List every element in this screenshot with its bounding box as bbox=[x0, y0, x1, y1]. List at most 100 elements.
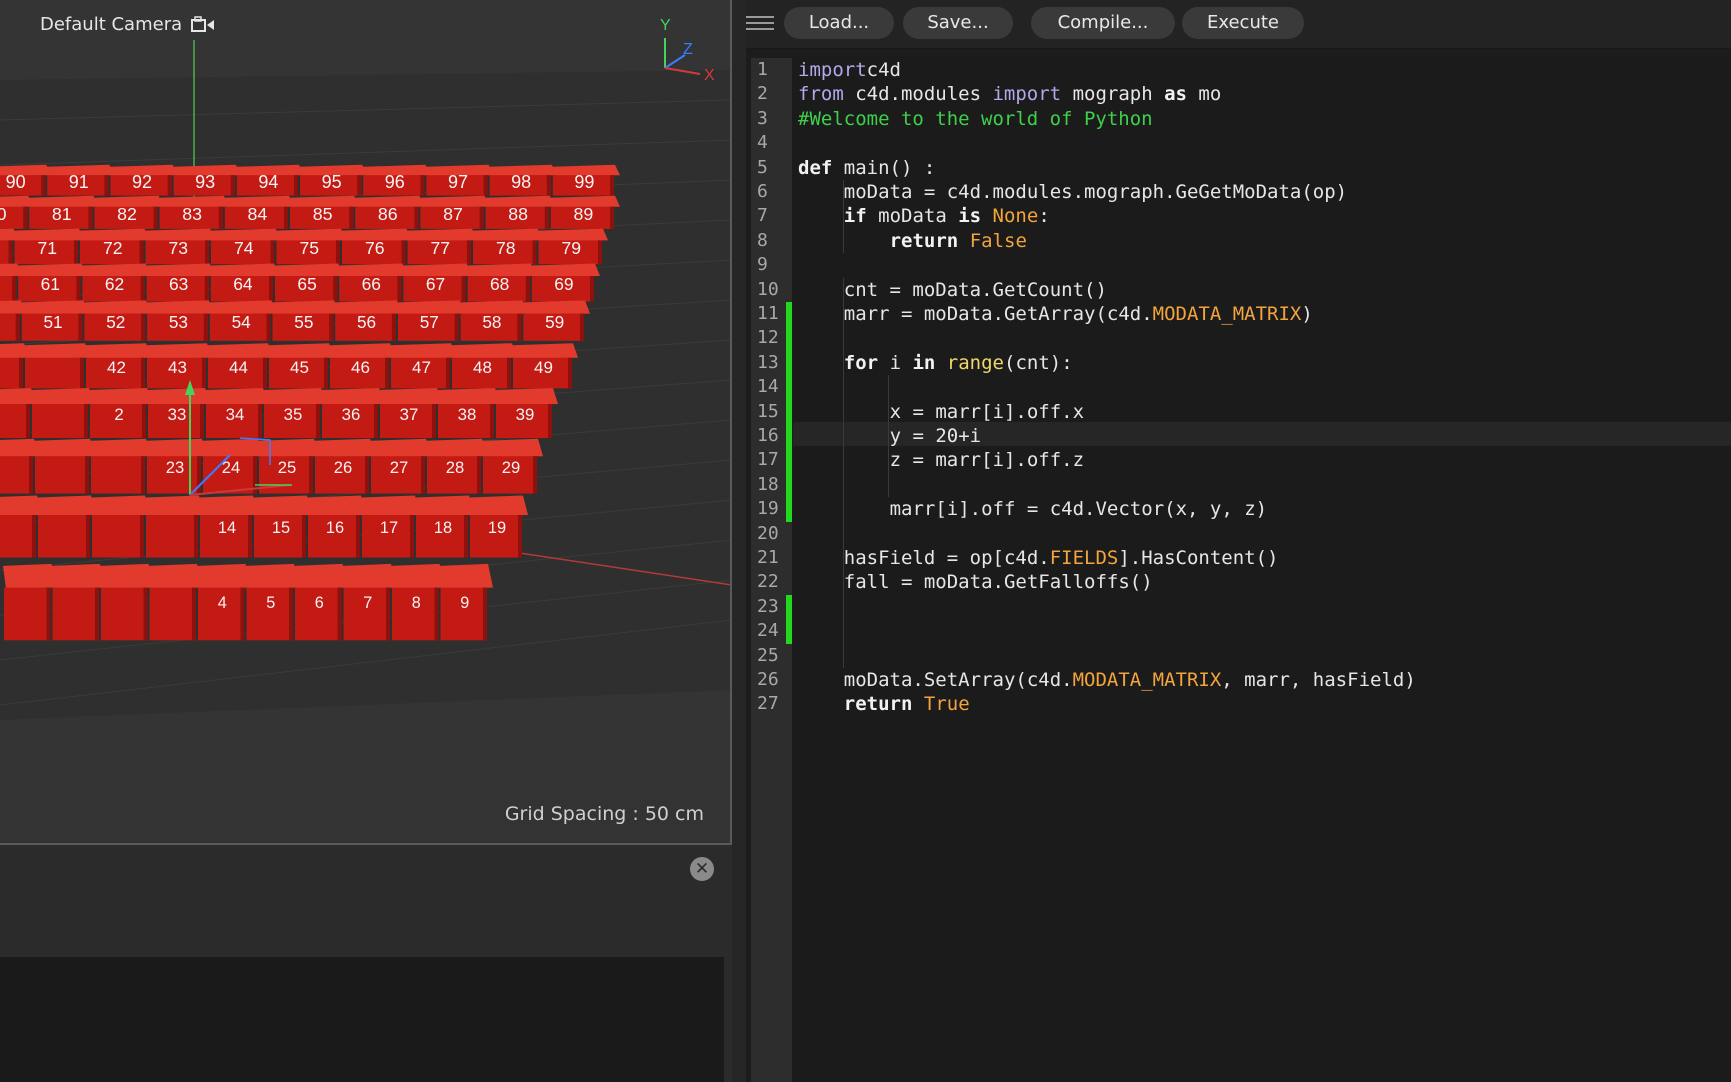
cube-side-face bbox=[414, 206, 419, 229]
code-line[interactable]: cnt = moData.GetCount() bbox=[798, 278, 1107, 302]
save-button[interactable]: Save... bbox=[903, 7, 1013, 39]
execute-button[interactable]: Execute bbox=[1182, 7, 1304, 39]
code-token: MODATA_MATRIX bbox=[1152, 303, 1302, 325]
cube-side-face bbox=[356, 515, 360, 558]
cube[interactable] bbox=[0, 495, 42, 558]
cube[interactable] bbox=[37, 495, 96, 558]
code-line[interactable]: if moData is None: bbox=[798, 204, 1050, 228]
cube-top-face bbox=[437, 388, 500, 405]
line-number: 3 bbox=[757, 107, 768, 129]
cube-top-face bbox=[370, 438, 431, 458]
cube-top-face bbox=[34, 438, 95, 458]
cube-top-face bbox=[31, 388, 94, 405]
cube-side-face bbox=[386, 587, 390, 641]
cube[interactable] bbox=[91, 495, 150, 558]
cube-side-face bbox=[140, 515, 144, 558]
code-line[interactable]: #Welcome to the world of Python bbox=[798, 107, 1153, 131]
cube-top-face bbox=[268, 343, 334, 359]
code-line[interactable]: y = 20+i bbox=[798, 424, 982, 448]
cube-number-label: 88 bbox=[508, 204, 528, 224]
line-number: 1 bbox=[757, 59, 768, 80]
cube-top-face bbox=[512, 343, 578, 359]
code-token: mo bbox=[1186, 83, 1222, 106]
cube-side-face bbox=[15, 313, 20, 341]
cube-number-label: 16 bbox=[326, 519, 344, 537]
cube[interactable] bbox=[31, 388, 94, 438]
code-line[interactable]: for i in range(cnt): bbox=[798, 351, 1073, 375]
code-line[interactable]: def main() : bbox=[798, 156, 935, 180]
hamburger-menu-icon[interactable] bbox=[746, 12, 774, 36]
cube-top-face bbox=[51, 563, 105, 589]
code-line[interactable]: from c4d.modules import mograph as mo bbox=[798, 82, 1221, 106]
close-icon[interactable]: ✕ bbox=[690, 857, 714, 881]
cube-top-face bbox=[415, 495, 474, 516]
code-line[interactable]: marr[i].off = c4d.Vector(x, y, z) bbox=[798, 497, 1268, 521]
viewport-3d[interactable]: 4 5 6 7 8 9 14 15 16 17 18 19 23 24 25 26 27 28 29 2 33 34 35 3… bbox=[0, 0, 732, 845]
cube-number-label: 98 bbox=[511, 172, 531, 192]
cube[interactable] bbox=[148, 563, 203, 641]
code-token: marr[i].off = c4d.Vector(x, y, z) bbox=[889, 498, 1268, 521]
cube-number-label: 57 bbox=[420, 312, 439, 332]
code-line[interactable]: moData = c4d.modules.mograph.GeGetMoData… bbox=[798, 180, 1347, 204]
cube-number-label: 69 bbox=[554, 274, 573, 294]
cube[interactable] bbox=[145, 495, 204, 558]
cube-side-face bbox=[200, 404, 204, 438]
code-token: hasField = op[c4d. bbox=[843, 547, 1050, 569]
code-line[interactable]: hasField = op[c4d.FIELDS].HasContent() bbox=[798, 546, 1279, 570]
cube-top-face bbox=[197, 563, 251, 589]
code-line[interactable]: x = marr[i].off.x bbox=[798, 400, 1084, 424]
code-token: def bbox=[798, 156, 833, 179]
cube-number-label: 97 bbox=[448, 172, 468, 192]
cube-top-face bbox=[245, 563, 299, 589]
cube-top-face bbox=[307, 495, 366, 516]
cube-side-face bbox=[410, 515, 414, 558]
cube-side-face bbox=[454, 313, 459, 341]
code-line[interactable]: return False bbox=[798, 229, 1027, 253]
code-line[interactable]: marr = moData.GetArray(c4d.MODATA_MATRIX… bbox=[798, 302, 1313, 326]
code-editor[interactable]: 1 2 3 4 5 6 7 8 9 10 11 12 13 14 15 16 17 18 19 20 21 22 23 24 2… bbox=[751, 58, 1731, 1082]
cube[interactable] bbox=[100, 563, 154, 641]
cube-number-label: 53 bbox=[169, 312, 188, 332]
code-line[interactable]: return True bbox=[798, 692, 970, 716]
code-line[interactable]: fall = moData.GetFalloffs() bbox=[798, 570, 1153, 594]
code-line[interactable]: z = marr[i].off.z bbox=[798, 448, 1084, 472]
cube-top-face bbox=[469, 495, 528, 516]
cube-top-face bbox=[145, 495, 204, 516]
cube-number-label: 77 bbox=[430, 238, 450, 258]
cube-side-face bbox=[240, 587, 245, 641]
cube-front-face bbox=[38, 515, 90, 558]
panel-divider[interactable] bbox=[732, 0, 746, 1082]
cube-number-label: 99 bbox=[574, 172, 594, 192]
cube-number-label: 38 bbox=[458, 405, 477, 424]
cube-number-label: 6 bbox=[315, 594, 324, 612]
cube-side-face bbox=[32, 515, 36, 558]
cube[interactable] bbox=[3, 563, 57, 641]
compile-button[interactable]: Compile... bbox=[1031, 7, 1175, 39]
cube-number-label: 23 bbox=[166, 458, 184, 477]
line-number: 16 bbox=[757, 425, 779, 446]
camera-menu[interactable]: Default Camera bbox=[40, 14, 216, 35]
cube[interactable] bbox=[24, 343, 90, 389]
code-line[interactable]: moData.SetArray(c4d.MODATA_MATRIX, marr,… bbox=[798, 668, 1416, 692]
cube-number-label: 72 bbox=[103, 238, 123, 258]
code-line[interactable]: importc4d bbox=[798, 58, 901, 82]
cube-number-label: 61 bbox=[41, 274, 60, 294]
cube-side-face bbox=[86, 515, 90, 558]
cube-top-face bbox=[321, 388, 384, 405]
cube-number-label: 26 bbox=[334, 458, 352, 477]
cube[interactable] bbox=[51, 563, 106, 641]
cube-number-label: 48 bbox=[473, 358, 492, 377]
cube-side-face bbox=[446, 357, 450, 389]
cube-number-label: 42 bbox=[107, 358, 126, 377]
cube-side-face bbox=[19, 357, 23, 389]
cube-top-face bbox=[0, 495, 42, 516]
cube-side-face bbox=[104, 175, 109, 196]
load-button[interactable]: Load... bbox=[784, 7, 894, 39]
cube-top-face bbox=[0, 388, 36, 405]
cube-side-face bbox=[568, 357, 572, 389]
cube-side-face bbox=[590, 276, 594, 302]
cube[interactable] bbox=[34, 438, 95, 494]
code-token: fall = moData.GetFalloffs() bbox=[843, 571, 1153, 594]
code-token: (cnt): bbox=[1004, 351, 1073, 374]
cube[interactable] bbox=[90, 438, 151, 494]
